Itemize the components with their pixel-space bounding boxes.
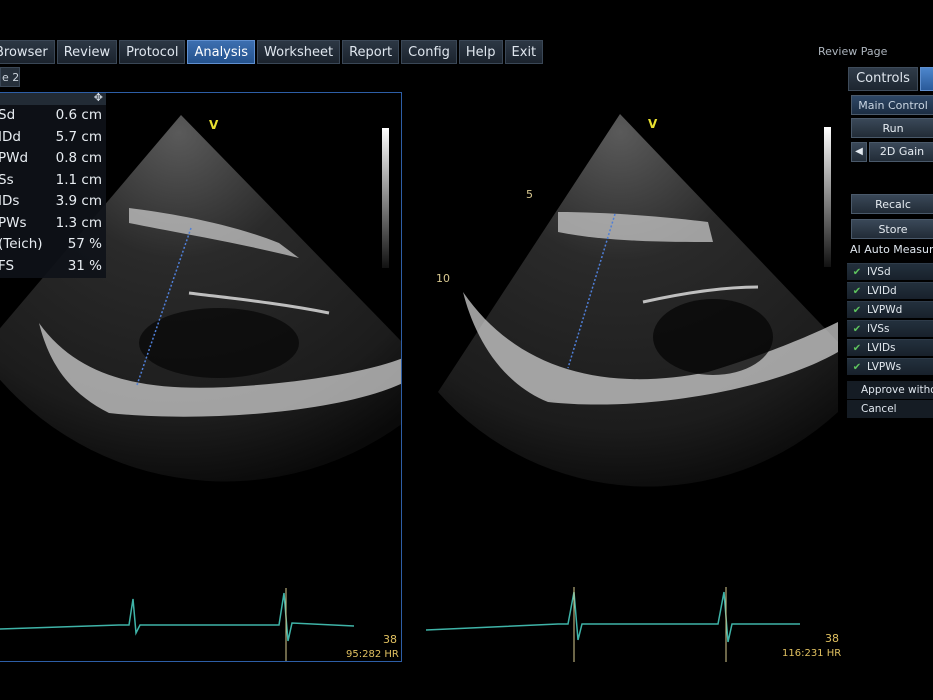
check-item-lvidd[interactable]: ✔ LVIDd bbox=[847, 282, 933, 299]
control-panel: Main Control Run ◀ 2D Gain Recalc Store … bbox=[845, 93, 933, 423]
check-item-lvpws[interactable]: ✔ LVPWs bbox=[847, 358, 933, 375]
gain-arrow-left-icon[interactable]: ◀ bbox=[851, 142, 867, 162]
right-echo-svg bbox=[425, 114, 838, 662]
check-icon: ✔ bbox=[852, 305, 862, 316]
gain-button[interactable]: 2D Gain bbox=[869, 142, 933, 162]
measurement-row: Sd 0.6 cm bbox=[0, 107, 102, 123]
menu-analysis[interactable]: Analysis bbox=[187, 40, 256, 64]
menu-review[interactable]: Review bbox=[56, 40, 118, 64]
menu-help[interactable]: Help bbox=[458, 40, 503, 64]
ventricle-cavity bbox=[653, 299, 773, 375]
grayscale-bar bbox=[382, 128, 389, 268]
tab-controls[interactable]: Controls bbox=[848, 67, 918, 91]
frame-number: 38 bbox=[383, 633, 397, 646]
heart-rate-label: 116:231 HR bbox=[782, 648, 842, 659]
review-page-label: Review Page bbox=[818, 45, 888, 58]
ecg-trace bbox=[425, 591, 800, 643]
check-item-lvpwd[interactable]: ✔ LVPWd bbox=[847, 301, 933, 318]
frame-number: 38 bbox=[825, 632, 839, 645]
menu-browser[interactable]: Browser bbox=[0, 40, 55, 64]
check-item-lvids[interactable]: ✔ LVIDs bbox=[847, 339, 933, 356]
check-item-ivsd[interactable]: ✔ IVSd bbox=[847, 263, 933, 280]
measurement-row: PWd 0.8 cm bbox=[0, 150, 102, 166]
run-button[interactable]: Run bbox=[851, 118, 933, 138]
main-menu-bar: Browser Review Protocol Analysis Workshe… bbox=[0, 40, 545, 64]
ventricle-cavity bbox=[139, 308, 299, 378]
probe-marker-v: V bbox=[209, 118, 219, 132]
measurement-row: IDs 3.9 cm bbox=[0, 193, 102, 209]
depth-mark-5: 5 bbox=[526, 188, 533, 201]
tab-secondary[interactable] bbox=[920, 67, 933, 91]
check-icon: ✔ bbox=[852, 362, 862, 373]
menu-config[interactable]: Config bbox=[401, 40, 457, 64]
ecg-trace bbox=[0, 592, 355, 642]
menu-protocol[interactable]: Protocol bbox=[119, 40, 186, 64]
ultrasound-sector bbox=[438, 114, 838, 487]
measurement-row: FS 31 % bbox=[0, 257, 102, 274]
measurement-table-header[interactable]: ✥ bbox=[0, 91, 106, 105]
menu-worksheet[interactable]: Worksheet bbox=[257, 40, 341, 64]
menu-exit[interactable]: Exit bbox=[504, 40, 544, 64]
recalc-button[interactable]: Recalc bbox=[851, 194, 933, 214]
store-button[interactable]: Store bbox=[851, 219, 933, 239]
measurement-row: (Teich) 57 % bbox=[0, 236, 102, 252]
cancel-button[interactable]: Cancel bbox=[847, 400, 933, 418]
check-icon: ✔ bbox=[852, 324, 862, 335]
depth-mark-10: 10 bbox=[436, 272, 450, 285]
measurement-row: Ss 1.1 cm bbox=[0, 171, 102, 188]
check-icon: ✔ bbox=[852, 267, 862, 278]
gain-control: ◀ 2D Gain bbox=[851, 142, 933, 162]
check-icon: ✔ bbox=[852, 286, 862, 297]
check-item-ivss[interactable]: ✔ IVSs bbox=[847, 320, 933, 337]
check-icon: ✔ bbox=[852, 343, 862, 354]
probe-marker-v: V bbox=[648, 117, 658, 131]
approve-button[interactable]: Approve witho bbox=[847, 381, 933, 399]
sub-tab-page[interactable]: e 2 bbox=[0, 67, 20, 87]
main-controls-header[interactable]: Main Control bbox=[851, 95, 933, 115]
ai-auto-measure-title: AI Auto Measure bbox=[850, 243, 933, 256]
measurement-row: PWs 1.3 cm bbox=[0, 214, 102, 231]
right-echo-image[interactable]: V 5 10 38 116:231 HR bbox=[408, 92, 844, 662]
menu-report[interactable]: Report bbox=[342, 40, 400, 64]
heart-rate-label: 95:282 HR bbox=[346, 649, 399, 660]
measurement-table[interactable]: ✥ Sd 0.6 cm IDd 5.7 cm PWd 0.8 cm Ss 1.1 cm … bbox=[0, 91, 106, 278]
move-icon[interactable]: ✥ bbox=[94, 91, 103, 104]
grayscale-bar bbox=[824, 127, 831, 267]
measurement-row: IDd 5.7 cm bbox=[0, 128, 102, 145]
